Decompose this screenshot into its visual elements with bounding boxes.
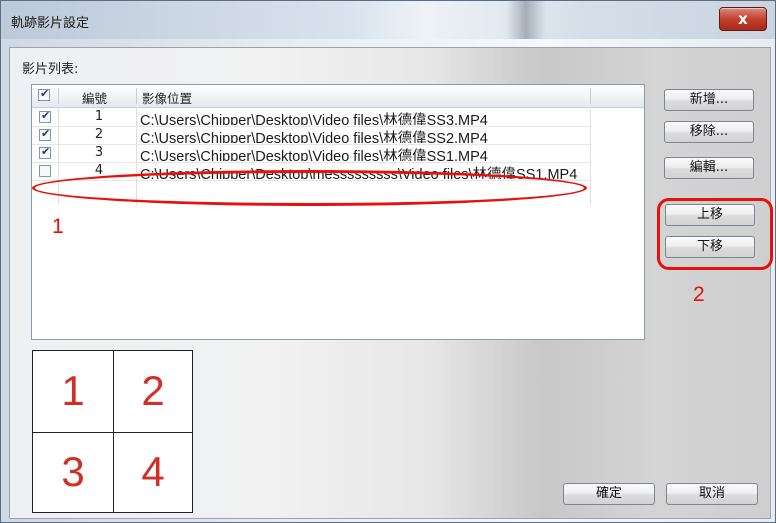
row-number: 2: [94, 127, 104, 142]
cancel-button[interactable]: 取消: [666, 483, 758, 505]
check-icon: ✔: [41, 127, 51, 140]
window-title: 軌跡影片設定: [11, 16, 90, 31]
row-path-cell: C:\Users\Chipper\Desktop\Video files\林德偉…: [137, 109, 590, 125]
row-path: C:\Users\Chipper\Desktop\Video files\林德偉…: [140, 149, 488, 161]
annotation-label-1: 1: [52, 215, 64, 238]
table-row[interactable]: ✔ 1 C:\Users\Chipper\Desktop\Video files…: [32, 109, 644, 125]
row-checkbox[interactable]: ✔: [39, 145, 51, 159]
list-header: ✔ 編號 影像位置: [32, 85, 644, 108]
remove-button[interactable]: 移除...: [664, 121, 754, 143]
table-row[interactable]: ✔ 2 C:\Users\Chipper\Desktop\Video files…: [32, 127, 644, 143]
row-number: 3: [94, 145, 104, 160]
check-icon: ✔: [41, 109, 51, 122]
select-all-checkbox[interactable]: ✔: [38, 87, 50, 101]
close-button[interactable]: x: [719, 7, 767, 31]
row-path-cell: C:\Users\Chipper\Desktop\Video files\林德偉…: [137, 127, 590, 143]
row-path: C:\Users\Chipper\Desktop\Video files\林德偉…: [140, 113, 488, 125]
row-checkbox[interactable]: ✔: [39, 109, 51, 123]
annotation-label-2: 2: [693, 283, 705, 306]
preview-cell: 3: [61, 448, 85, 495]
table-row[interactable]: ✔ 3 C:\Users\Chipper\Desktop\Video files…: [32, 145, 644, 161]
row-path-cell: C:\Users\Chipper\Desktop\Video files\林德偉…: [137, 145, 590, 161]
title-bar-glare: [506, 1, 546, 39]
row-number: 1: [94, 109, 104, 124]
check-icon: ✔: [40, 87, 50, 100]
header-location[interactable]: 影像位置: [142, 88, 192, 107]
video-list-label: 影片列表:: [22, 62, 79, 77]
preview-cell: 2: [141, 367, 165, 414]
add-button[interactable]: 新增...: [664, 89, 754, 111]
annotation-ellipse: [32, 170, 587, 206]
edit-button[interactable]: 編輯...: [664, 157, 754, 179]
preview-cell: 4: [141, 448, 165, 495]
layout-preview: 1 2 3 4: [32, 350, 193, 513]
row-path: C:\Users\Chipper\Desktop\Video files\林德偉…: [140, 131, 488, 143]
annotation-box: [657, 198, 773, 270]
check-icon: ✔: [41, 145, 51, 158]
video-list[interactable]: ✔ 編號 影像位置 ✔ 1 C:\Users\Chipper\Desktop\V…: [31, 84, 645, 340]
preview-cell: 1: [61, 367, 85, 414]
close-icon: x: [738, 10, 748, 28]
row-checkbox[interactable]: [39, 165, 51, 177]
header-separator[interactable]: [58, 88, 59, 104]
row-checkbox[interactable]: ✔: [39, 127, 51, 141]
title-bar[interactable]: 軌跡影片設定 x: [1, 1, 775, 39]
header-number[interactable]: 編號: [82, 88, 107, 107]
ok-button[interactable]: 確定: [563, 483, 655, 505]
header-separator[interactable]: [136, 88, 137, 104]
header-separator[interactable]: [590, 88, 591, 104]
